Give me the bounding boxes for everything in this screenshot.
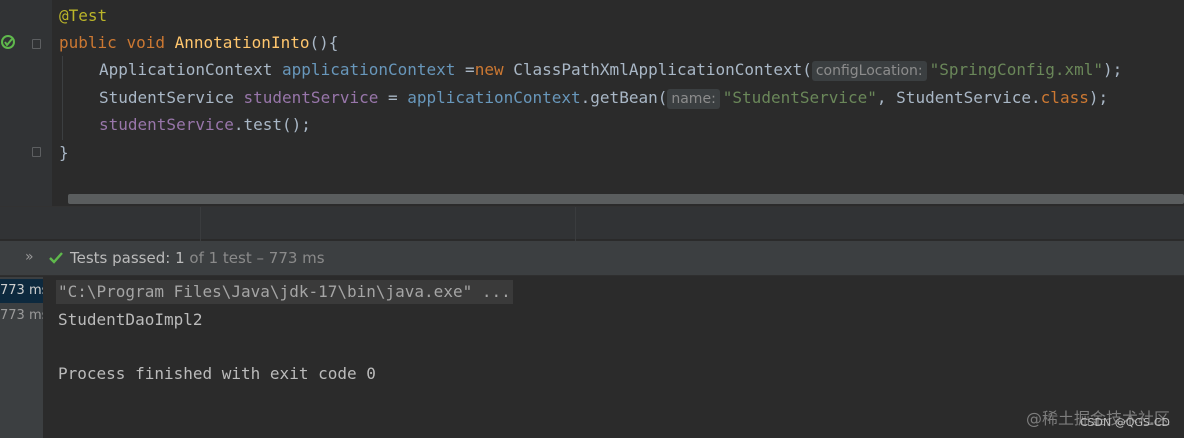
end-token: );: [1103, 60, 1123, 79]
string-token: "SpringConfig.xml": [929, 60, 1104, 79]
variable-token: studentService: [243, 88, 379, 107]
divider: [575, 207, 576, 241]
keyword-new: new: [474, 60, 504, 79]
check-icon: [49, 252, 63, 264]
fold-open-icon[interactable]: [32, 39, 41, 49]
console-exit-line: Process finished with exit code 0: [58, 364, 376, 383]
keyword-public: public: [59, 33, 117, 52]
tests-passed-text: Tests passed: 1 of 1 test – 773 ms: [70, 241, 325, 276]
end-token: );: [1088, 88, 1109, 107]
editor-gutter: [0, 0, 52, 206]
code-line-test-call: studentService.test();: [99, 112, 311, 138]
class-token: ClassPathXmlApplicationContext(: [503, 60, 812, 79]
console-output-line: StudentDaoImpl2: [58, 310, 203, 329]
test-status-bar: » Tests passed: 1 of 1 test – 773 ms: [0, 241, 1184, 276]
assign-token: =: [378, 88, 408, 107]
test-tree[interactable]: 773 ms 773 ms: [0, 277, 43, 438]
run-test-icon[interactable]: [0, 33, 18, 51]
variable-token: studentService: [99, 115, 234, 134]
tree-row[interactable]: 773 ms: [0, 279, 43, 303]
class-ref-token: , StudentService.: [876, 88, 1041, 107]
status-rest: of 1 test – 773 ms: [189, 249, 325, 267]
divider: [200, 207, 201, 241]
console-command-line[interactable]: "C:\Program Files\Java\jdk-17\bin\java.e…: [56, 280, 513, 304]
chevron-right-icon[interactable]: »: [25, 249, 34, 265]
keyword-void: void: [126, 33, 165, 52]
method-name: AnnotationInto: [174, 33, 310, 52]
call-token: .test();: [233, 115, 311, 134]
indent-guide: [62, 56, 63, 140]
run-toolbar-strip: [0, 206, 1184, 241]
param-hint: configLocation:: [811, 61, 927, 81]
param-hint: name:: [667, 89, 720, 109]
code-line-context: ApplicationContext applicationContext =n…: [99, 57, 1122, 83]
code-line-getbean: StudentService studentService = applicat…: [99, 85, 1108, 111]
string-token: "StudentService": [722, 88, 877, 107]
status-label: Tests passed:: [70, 249, 171, 267]
code-line-method-signature: public void AnnotationInto(){: [59, 30, 338, 56]
status-passed-count: 1: [175, 249, 185, 267]
keyword-class: class: [1040, 88, 1089, 107]
watermark-sub: CSDN @QGS-CD: [1079, 416, 1170, 429]
close-brace-token: }: [59, 143, 69, 162]
type-token: ApplicationContext: [99, 60, 273, 79]
tree-row[interactable]: 773 ms: [0, 304, 43, 328]
console-output[interactable]: "C:\Program Files\Java\jdk-17\bin\java.e…: [43, 277, 1184, 438]
code-line-annotation: @Test: [59, 3, 107, 29]
reference-token: applicationContext: [407, 88, 581, 107]
fold-close-icon[interactable]: [32, 147, 41, 157]
code-line-close: }: [59, 140, 69, 166]
variable-token: applicationContext: [282, 60, 456, 79]
code-editor[interactable]: @Test public void AnnotationInto(){ Appl…: [0, 0, 1184, 206]
horizontal-scrollbar[interactable]: [68, 194, 1184, 204]
type-token: StudentService: [99, 88, 234, 107]
method-paren: (){: [309, 33, 339, 52]
call-token: .getBean(: [580, 88, 668, 107]
assign-token: =: [455, 60, 475, 79]
annotation-token: @Test: [59, 6, 108, 25]
